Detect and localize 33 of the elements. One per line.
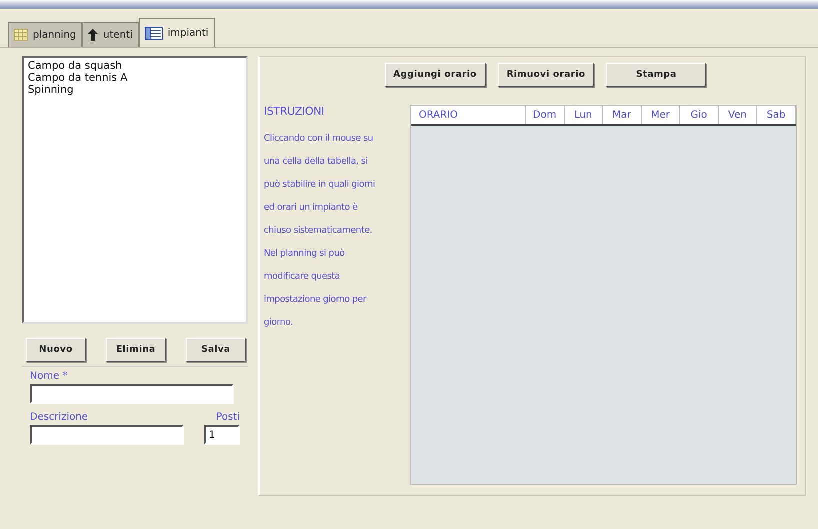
grid-icon [14,29,28,41]
column-header[interactable]: Mer [642,106,680,124]
tab[interactable]: utenti [82,22,139,47]
field-label: Descrizione [30,412,88,423]
print-button[interactable]: Stampa [606,63,706,87]
arrow-up-icon [88,29,98,41]
seats-field[interactable]: 1 [204,425,240,445]
description-field[interactable] [30,425,184,445]
tab[interactable]: planning [8,22,82,47]
list-icon [144,26,163,40]
facility-list[interactable]: Campo da squash Campo da tennis A Spinning [22,56,248,324]
save-button[interactable]: Salva [186,338,246,362]
tab[interactable]: impianti [138,18,215,47]
instructions-title: ISTRUZIONI [264,105,326,118]
delete-button[interactable]: Elimina [106,338,166,362]
column-header[interactable]: Sab [757,106,796,124]
remove-schedule-button[interactable]: Rimuovi orario [498,63,594,87]
column-header[interactable]: ORARIO [411,106,526,124]
list-item[interactable]: Campo da squash [28,60,242,72]
column-header[interactable]: Mar [603,106,642,124]
new-button[interactable]: Nuovo [26,338,86,362]
list-item[interactable]: Campo da tennis A [28,72,242,84]
column-header[interactable]: Lun [564,106,604,124]
column-header[interactable]: Gio [680,106,719,124]
schedule-table[interactable]: ORARIO Dom Lun Mar Mer Gio Ven Sab [410,105,797,485]
field-label: Posti [216,412,240,423]
column-header[interactable]: Ven [718,106,758,124]
column-header[interactable]: Dom [526,106,565,124]
field-label: Nome * [30,371,69,382]
instructions-text: Cliccando con il mouse su una cella della tabella, si può stabilire in quali giorni ed orari un impianto è chiuso sistematicamente. Nel planning si può modificare questa impostazione giorno per giorno. [264,133,376,330]
list-item[interactable]: Spinning [28,84,242,96]
add-schedule-button[interactable]: Aggiungi orario [384,63,486,87]
name-field[interactable] [30,384,234,404]
